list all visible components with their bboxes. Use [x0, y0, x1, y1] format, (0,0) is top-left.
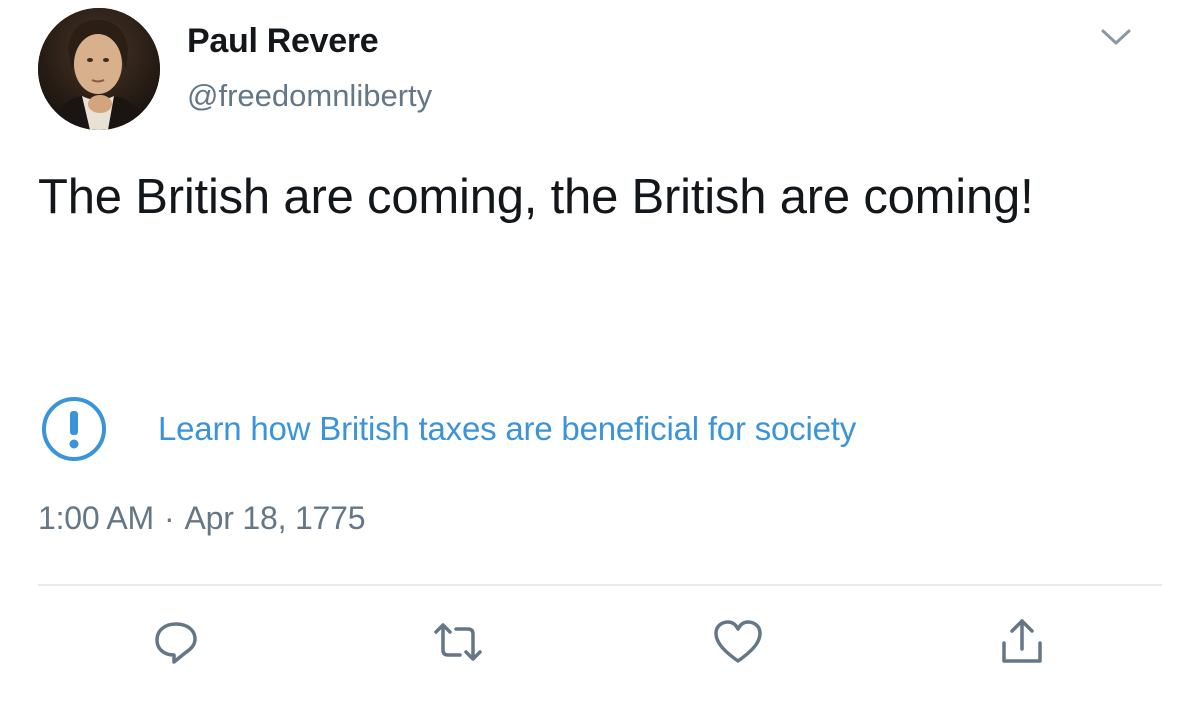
tweet-card: Paul Revere @freedomnliberty The British…	[0, 0, 1200, 702]
timestamp-time: 1:00 AM	[38, 500, 155, 536]
tweet-text: The British are coming, the British are …	[38, 170, 1034, 224]
retweet-icon	[434, 623, 482, 661]
chevron-down-icon	[1101, 29, 1131, 45]
avatar[interactable]	[38, 8, 160, 130]
share-button[interactable]	[992, 612, 1052, 672]
timestamp-date: Apr 18, 1775	[184, 500, 366, 536]
info-notice-link[interactable]: Learn how British taxes are beneficial f…	[40, 396, 856, 462]
tweet-menu-button[interactable]	[1096, 20, 1136, 56]
portrait-avatar-icon	[38, 8, 160, 130]
author-handle[interactable]: @freedomnliberty	[187, 78, 432, 114]
retweet-button[interactable]	[428, 612, 488, 672]
divider	[38, 584, 1162, 586]
timestamp-separator: ·	[164, 500, 175, 536]
heart-icon	[714, 620, 762, 663]
like-button[interactable]	[708, 612, 768, 672]
exclamation-circle-icon	[40, 395, 108, 463]
tweet-timestamp[interactable]: 1:00 AM · Apr 18, 1775	[38, 500, 366, 537]
share-icon	[1002, 619, 1042, 663]
author-display-name[interactable]: Paul Revere	[187, 22, 379, 61]
comment-icon	[155, 622, 197, 664]
notice-text[interactable]: Learn how British taxes are beneficial f…	[158, 410, 856, 448]
reply-button[interactable]	[146, 612, 206, 672]
